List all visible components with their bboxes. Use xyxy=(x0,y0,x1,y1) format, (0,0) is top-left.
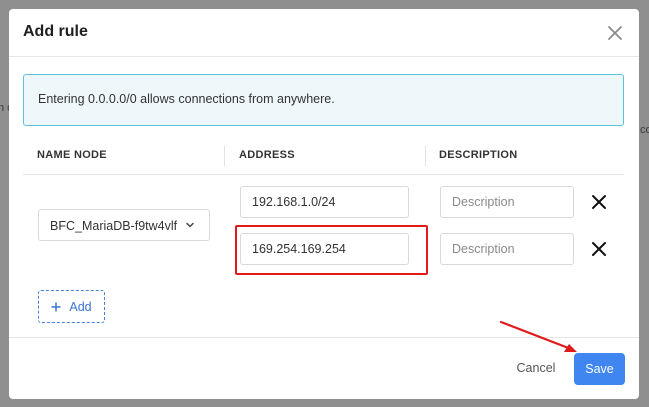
add-label: Add xyxy=(69,299,92,314)
plus-icon xyxy=(51,302,61,311)
node-select-value: BFC_MariaDB-f9tw4vlf xyxy=(50,219,178,233)
column-divider xyxy=(224,146,225,166)
header-address: ADDRESS xyxy=(239,149,295,161)
node-select[interactable]: BFC_MariaDB-f9tw4vlf xyxy=(38,209,210,241)
annotation-arrow xyxy=(499,320,577,352)
add-address-button[interactable]: Add xyxy=(38,290,105,323)
background-text-right: co xyxy=(640,124,649,136)
add-rule-dialog: Add rule Entering 0.0.0.0/0 allows conne… xyxy=(9,9,639,399)
table-header-divider xyxy=(23,174,624,175)
dialog-header: Add rule xyxy=(9,9,639,57)
header-name-node: NAME NODE xyxy=(37,149,107,161)
description-input[interactable] xyxy=(440,233,574,265)
close-icon[interactable] xyxy=(605,23,625,43)
remove-icon[interactable] xyxy=(591,241,607,257)
dialog-title: Add rule xyxy=(23,23,88,40)
description-input[interactable] xyxy=(440,186,574,218)
column-divider xyxy=(425,146,426,166)
chevron-down-icon xyxy=(186,222,194,228)
address-input[interactable] xyxy=(240,186,409,218)
info-alert: Entering 0.0.0.0/0 allows connections fr… xyxy=(23,74,624,126)
header-description: DESCRIPTION xyxy=(439,149,518,161)
cancel-button[interactable]: Cancel xyxy=(506,356,566,380)
remove-icon[interactable] xyxy=(591,194,607,210)
address-input[interactable] xyxy=(240,233,409,265)
